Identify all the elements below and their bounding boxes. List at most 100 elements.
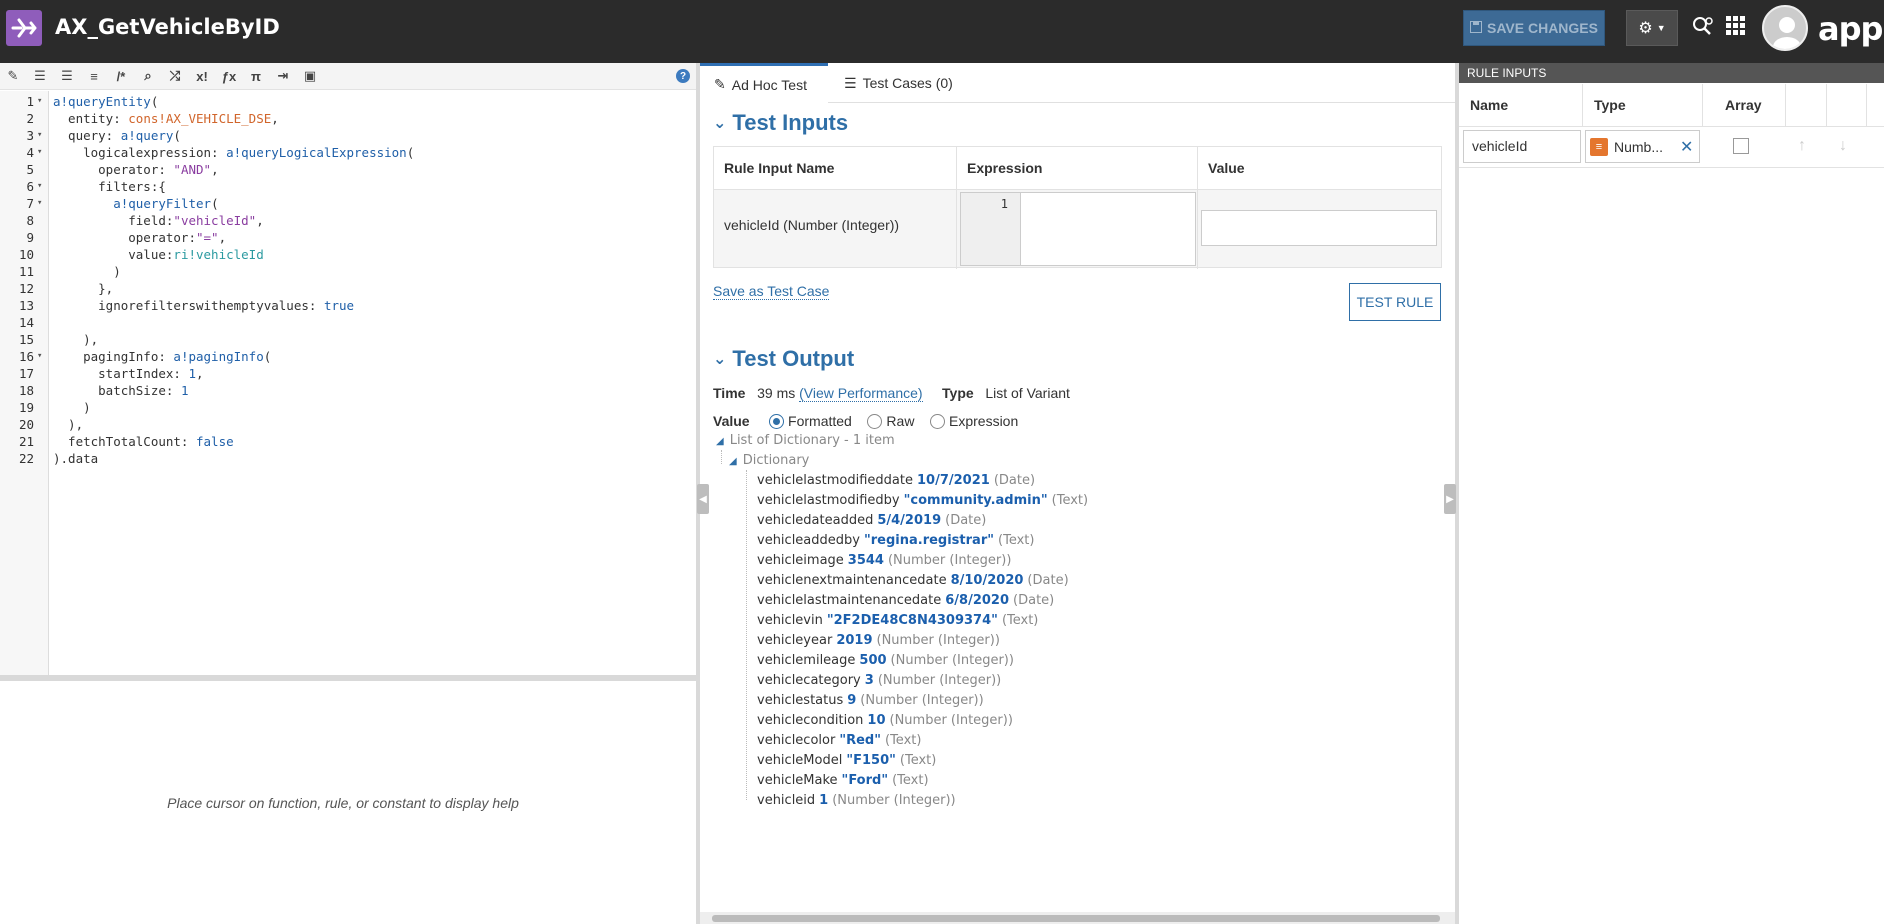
expression-input[interactable]: 1 [960,192,1196,266]
variable-icon[interactable]: x! [193,67,211,85]
shuffle-icon[interactable]: ⤮ [166,67,184,85]
code-line[interactable]: 14 [0,314,696,331]
rule-input-name-field[interactable]: vehicleId [1463,130,1581,163]
fold-toggle-icon[interactable]: ▾ [37,178,42,195]
find-dependents-icon[interactable]: ▣ [301,67,319,85]
test-rule-button[interactable]: TEST RULE [1349,283,1441,321]
field-type: (Number (Integer)) [832,793,956,808]
test-inputs-header[interactable]: ⌄ Test Inputs [713,110,848,136]
apps-grid-icon[interactable] [1726,16,1746,42]
code-line[interactable]: 3 ▾ query: a!query( [0,127,696,144]
code-line[interactable]: 16 ▾ pagingInfo: a!pagingInfo( [0,348,696,365]
line-number: 4 [26,145,34,160]
list-node[interactable]: ◢ List of Dictionary - 1 item [716,433,895,448]
code-line[interactable]: 5 operator: "AND", [0,161,696,178]
dictionary-field: vehiclenextmaintenancedate 8/10/2020 (Date… [757,573,1069,593]
settings-menu-button[interactable]: ⚙ ▼ [1626,10,1678,46]
code-text: ).data [53,451,99,466]
field-value: 10/7/2021 [916,473,990,488]
formatted-radio[interactable]: Formatted [769,413,852,429]
code-line[interactable]: 18 batchSize: 1 [0,382,696,399]
comment-icon[interactable]: /* [112,67,130,85]
user-avatar[interactable] [1762,5,1808,51]
code-line[interactable]: 1 ▾ a!queryEntity( [0,93,696,110]
dictionary-node[interactable]: ◢ Dictionary [729,453,809,468]
code-line[interactable]: 7 ▾ a!queryFilter( [0,195,696,212]
scrollbar-thumb[interactable] [712,915,1440,922]
tab-test-cases[interactable]: ☰ Test Cases (0) [844,63,953,103]
code-line[interactable]: 12 }, [0,280,696,297]
move-down-icon[interactable]: ↓ [1839,137,1847,155]
field-name: vehiclelastmaintenancedate [757,593,942,608]
code-line[interactable]: 13 ignorefilterswithemptyvalues: true [0,297,696,314]
code-text: filters:{ [53,179,166,194]
view-performance-link[interactable]: (View Performance) [799,385,923,402]
field-value: "community.admin" [903,493,1048,508]
fold-toggle-icon[interactable]: ▾ [37,195,42,212]
code-line[interactable]: 6 ▾ filters:{ [0,178,696,195]
line-number: 6 [26,179,34,194]
code-text: a!queryEntity( [53,94,159,109]
code-line[interactable]: 8 field:"vehicleId", [0,212,696,229]
function-help-text: Place cursor on function, rule, or const… [167,795,519,811]
search-icon[interactable]: ⌕ [139,67,157,85]
col-expression: Expression [967,160,1043,176]
dictionary-field: vehicleaddedby "regina.registrar" (Text) [757,533,1034,553]
indent-icon[interactable]: ☰ [58,67,76,85]
code-line[interactable]: 10 value:ri!vehicleId [0,246,696,263]
code-text: startIndex: 1, [53,366,204,381]
code-line[interactable]: 19 ) [0,399,696,416]
fold-toggle-icon[interactable]: ▾ [37,93,42,110]
appian-logo: appiai [1818,10,1884,48]
tab-ad-hoc-test[interactable]: ✎ Ad Hoc Test [700,63,828,103]
fold-toggle-icon[interactable]: ▾ [37,348,42,365]
value-input[interactable] [1201,210,1437,246]
collapse-left-handle[interactable]: ◀ [697,484,709,514]
editor-help-divider[interactable] [0,675,696,681]
field-type: (Date) [1027,573,1069,588]
pi-icon[interactable]: π [247,67,265,85]
save-changes-label: SAVE CHANGES [1487,20,1598,36]
move-up-icon[interactable]: ↑ [1798,137,1806,155]
code-line[interactable]: 4 ▾ logicalexpression: a!queryLogicalExpr… [0,144,696,161]
field-name: vehiclelastmodifiedby [757,493,900,508]
test-output-header[interactable]: ⌄ Test Output [713,346,854,372]
save-as-test-case-link[interactable]: Save as Test Case [713,283,830,300]
array-checkbox[interactable] [1733,138,1749,154]
code-line[interactable]: 17 startIndex: 1, [0,365,696,382]
line-number: 14 [18,315,34,330]
chevron-down-icon: ⌄ [713,115,727,132]
code-line[interactable]: 22 ).data [0,450,696,467]
export-icon[interactable]: ⇥ [274,67,292,85]
fold-toggle-icon[interactable]: ▾ [37,144,42,161]
clear-type-icon[interactable]: ✕ [1680,137,1693,157]
time-label: Time [713,385,746,401]
code-line[interactable]: 2 entity: cons!AX_VEHICLE_DSE, [0,110,696,127]
code-line[interactable]: 15 ), [0,331,696,348]
field-name: vehiclecategory [757,673,861,688]
outdent-icon[interactable]: ☰ [31,67,49,85]
expression-radio[interactable]: Expression [930,413,1018,429]
function-icon[interactable]: ƒx [220,67,238,85]
code-line[interactable]: 20 ), [0,416,696,433]
code-text: batchSize: 1 [53,383,189,398]
field-value: 2019 [836,633,873,648]
list-icon[interactable]: ≡ [85,67,103,85]
raw-radio[interactable]: Raw [867,413,914,429]
format-code-icon[interactable]: ✎ [4,67,22,85]
fold-toggle-icon[interactable]: ▾ [37,127,42,144]
line-number: 22 [18,451,34,466]
line-number: 17 [18,366,34,381]
code-line[interactable]: 11 ) [0,263,696,280]
save-changes-button[interactable]: SAVE CHANGES [1463,10,1605,46]
code-line[interactable]: 21 fetchTotalCount: false [0,433,696,450]
field-name: vehiclecondition [757,713,864,728]
dictionary-field: vehiclestatus 9 (Number (Integer)) [757,693,984,713]
col-move-up [1786,84,1827,126]
collapse-right-handle[interactable]: ▶ [1444,484,1456,514]
code-text: fetchTotalCount: false [53,434,234,449]
dependents-search-icon[interactable] [1692,16,1714,42]
code-line[interactable]: 9 operator:"=", [0,229,696,246]
help-icon[interactable]: ? [676,69,690,83]
col-move-down [1827,84,1867,126]
